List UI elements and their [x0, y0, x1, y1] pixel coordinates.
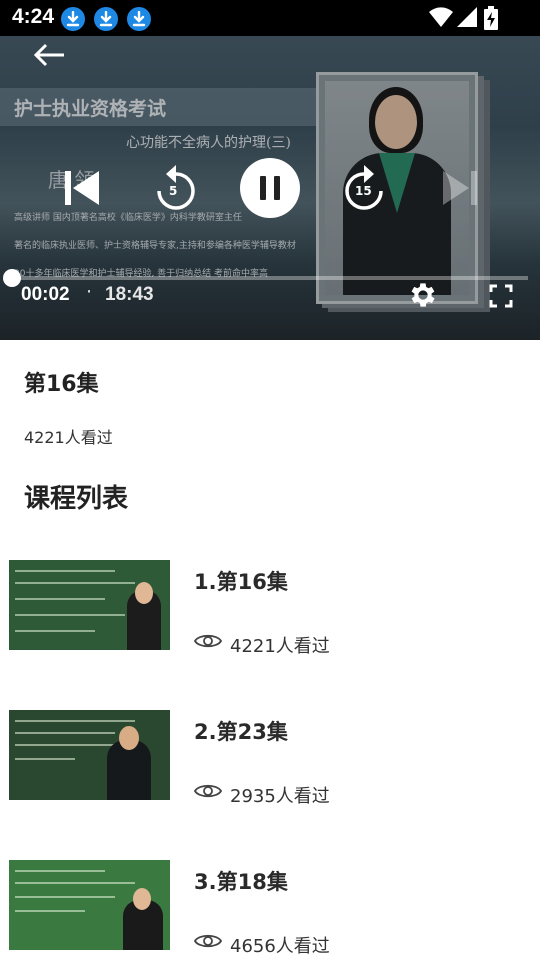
episode-views: 4656人看过 [230, 936, 330, 957]
settings-gear-icon[interactable] [407, 279, 439, 311]
seek-bar[interactable] [12, 276, 528, 280]
back-arrow-icon[interactable] [32, 42, 66, 68]
current-time: 00:02 [21, 284, 70, 305]
download-icon [94, 7, 118, 31]
eye-icon [194, 934, 222, 948]
episode-thumbnail [9, 560, 170, 650]
episode-views: 2935人看过 [230, 786, 330, 807]
wifi-icon [429, 7, 453, 27]
episode-title: 2.第23集 [194, 720, 288, 744]
episode-title: 3.第18集 [194, 870, 288, 894]
eye-icon [194, 634, 222, 648]
battery-charging-icon [484, 6, 498, 30]
course-list-title: 课程列表 [24, 484, 129, 514]
episode-views: 4221人看过 [230, 636, 330, 657]
eye-icon [194, 784, 222, 798]
forward-seconds: 15 [355, 184, 372, 198]
course-list-item[interactable]: 2.第23集 2935人看过 [0, 710, 540, 820]
seek-thumb[interactable] [3, 269, 21, 287]
download-icon [61, 7, 85, 31]
status-time: 4:24 [12, 5, 55, 28]
download-icon [127, 7, 151, 31]
total-time: 18:43 [105, 284, 154, 305]
status-bar: 4:24 [0, 0, 540, 36]
rewind-seconds: 5 [169, 184, 178, 198]
video-player[interactable]: 护士执业资格考试 心功能不全病人的护理(三) 唐 领 高级讲师 国内顶著名高校《… [0, 36, 540, 340]
skip-previous-icon[interactable] [62, 168, 102, 208]
course-list-item[interactable]: 1.第16集 4221人看过 [0, 560, 540, 670]
episode-views: 4221人看过 [24, 428, 113, 447]
rewind-button[interactable]: 5 [154, 164, 198, 212]
pause-button[interactable] [240, 158, 300, 218]
episode-thumbnail [9, 860, 170, 950]
course-list-item[interactable]: 3.第18集 4656人看过 [0, 860, 540, 970]
episode-thumbnail [9, 710, 170, 800]
episode-title: 1.第16集 [194, 570, 288, 594]
time-separator: · [86, 281, 93, 303]
fullscreen-icon[interactable] [489, 284, 513, 308]
signal-icon [457, 7, 477, 27]
episode-title: 第16集 [24, 372, 99, 397]
skip-next-icon[interactable] [440, 168, 480, 208]
forward-button[interactable]: 15 [342, 164, 386, 212]
